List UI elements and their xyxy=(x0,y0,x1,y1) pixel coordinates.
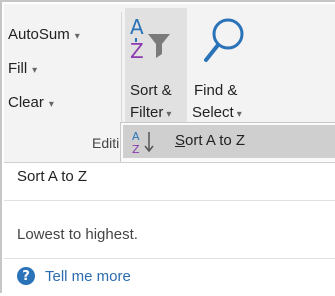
svg-text:A: A xyxy=(130,15,144,39)
tooltip-divider xyxy=(4,200,335,201)
find-select-label-text: Select xyxy=(192,104,234,121)
find-select-button[interactable]: Find & Select ▾ xyxy=(192,8,256,125)
editing-group-label: Editi xyxy=(92,135,120,151)
fill-dropdown-arrow[interactable]: ▾ xyxy=(32,65,37,76)
svg-text:Z: Z xyxy=(132,143,140,155)
fill-button[interactable]: Fill ▾ xyxy=(8,60,37,77)
sort-filter-menu: A Z Sort A to Z xyxy=(120,122,335,164)
fill-label: Fill xyxy=(8,60,28,77)
help-circle-icon: ? xyxy=(17,267,35,285)
sort-filter-label-line1: Sort & xyxy=(130,82,172,99)
tooltip-description: Lowest to highest. xyxy=(17,226,138,243)
tooltip-title: Sort A to Z xyxy=(17,168,88,185)
tell-me-more-label: Tell me more xyxy=(45,267,131,285)
screenshot-frame: AutoSum ▾ Fill ▾ Clear ▾ A Z Sort & Filter ▾… xyxy=(0,0,335,296)
clear-button[interactable]: Clear ▾ xyxy=(8,94,54,111)
find-select-dropdown-arrow: ▾ xyxy=(236,109,242,120)
svg-text:Z: Z xyxy=(130,39,144,63)
tell-me-more-link[interactable]: ? Tell me more xyxy=(17,267,131,285)
sort-filter-icon: A Z xyxy=(130,15,170,63)
find-select-label-line2: Select ▾ xyxy=(192,104,242,121)
clear-dropdown-arrow[interactable]: ▾ xyxy=(49,99,54,110)
autosum-button[interactable]: AutoSum ▾ xyxy=(8,26,80,43)
clear-label: Clear xyxy=(8,94,44,111)
sort-filter-dropdown-arrow: ▾ xyxy=(166,109,172,120)
find-select-label-line1: Find & xyxy=(194,82,238,99)
sort-filter-label-text: Filter xyxy=(130,104,164,121)
autosum-dropdown-arrow[interactable]: ▾ xyxy=(75,31,80,42)
tooltip-divider xyxy=(4,258,335,259)
tooltip: Sort A to Z Lowest to highest. ? Tell me… xyxy=(4,162,335,296)
autosum-label: AutoSum xyxy=(8,26,70,43)
svg-text:A: A xyxy=(132,130,140,143)
sort-a-to-z-icon: A Z xyxy=(132,130,154,155)
menu-item-label: Sort A to Z xyxy=(175,132,246,149)
sort-filter-label-line2: Filter ▾ xyxy=(130,104,171,121)
menu-item-sort-a-to-z[interactable]: A Z Sort A to Z xyxy=(123,125,335,158)
